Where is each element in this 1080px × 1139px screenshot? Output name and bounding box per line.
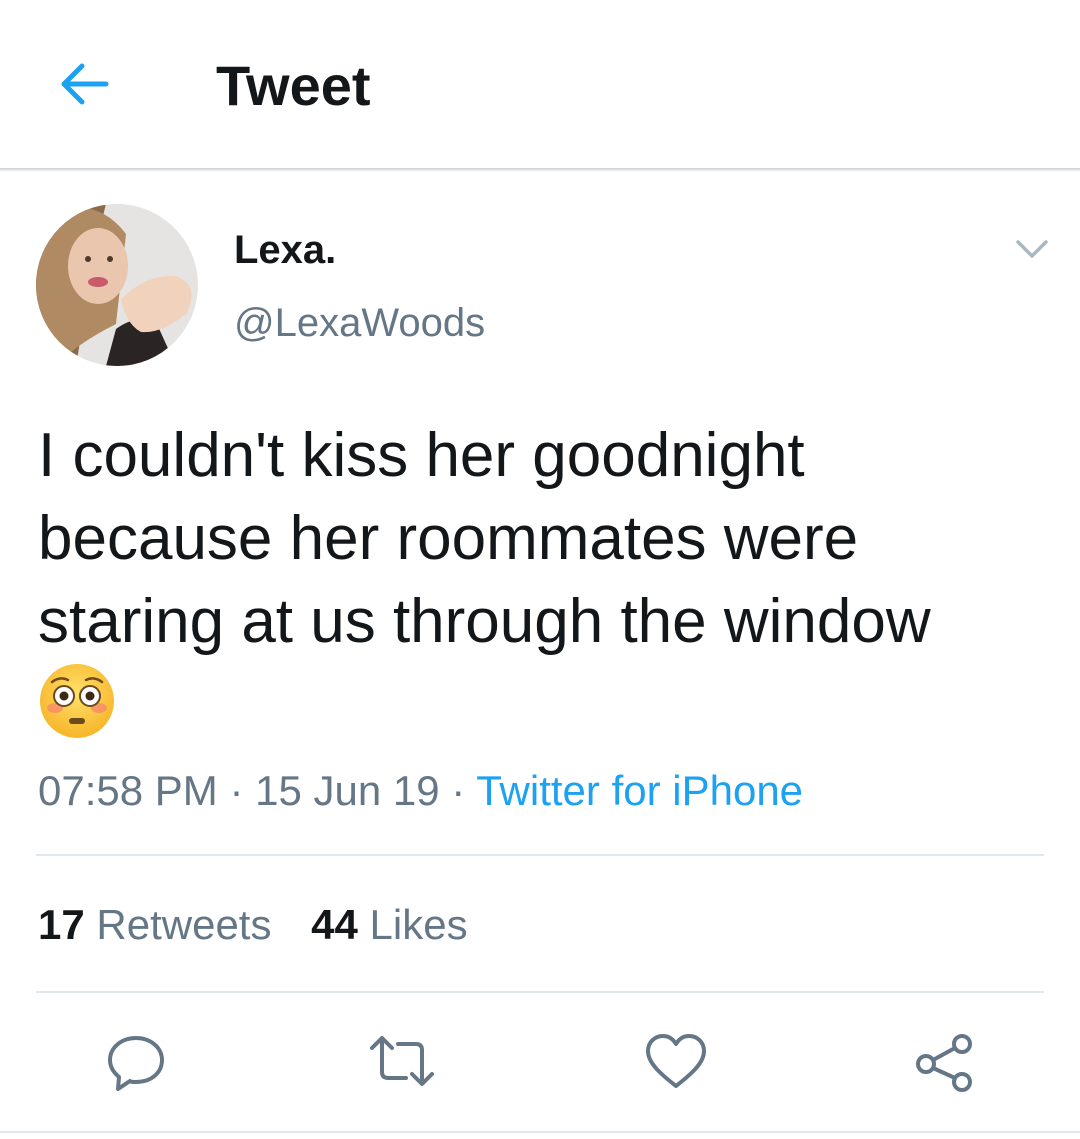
flushed-face-emoji (38, 662, 116, 740)
top-app-bar: Tweet (0, 0, 1080, 168)
more-options-button[interactable] (1012, 232, 1052, 266)
avatar[interactable] (36, 204, 198, 366)
tweet-text-line: I couldn't kiss her goodnight (38, 421, 805, 490)
chevron-down-icon (1016, 240, 1048, 258)
likes-label: Likes (369, 901, 468, 948)
divider (36, 854, 1044, 856)
share-icon (916, 1034, 972, 1092)
tweet-text: I couldn't kiss her goodnight because he… (38, 414, 1048, 663)
bottom-divider (0, 1131, 1080, 1133)
author-handle[interactable]: @LexaWoods (234, 299, 485, 347)
avatar-photo (36, 204, 198, 366)
tweet-source-link[interactable]: Twitter for iPhone (476, 767, 803, 814)
like-button[interactable] (644, 1030, 708, 1094)
tweet-time: 07:58 PM (38, 767, 218, 814)
page-title: Tweet (216, 54, 371, 117)
arrow-left-icon (61, 63, 109, 105)
author-name[interactable]: Lexa. (234, 226, 336, 274)
meta-separator: · (229, 767, 244, 814)
meta-separator: · (451, 767, 466, 814)
retweets-count: 17 (38, 901, 85, 948)
reply-icon (108, 1036, 164, 1091)
likes-stat[interactable]: 44 Likes (311, 901, 467, 948)
tweet-date: 15 Jun 19 (255, 767, 440, 814)
share-button[interactable] (912, 1030, 976, 1094)
header-divider (0, 168, 1080, 172)
retweet-button[interactable] (370, 1030, 434, 1094)
likes-count: 44 (311, 901, 358, 948)
divider (36, 991, 1044, 993)
reply-button[interactable] (104, 1030, 168, 1094)
tweet-text-line: staring at us through the window (38, 587, 931, 656)
retweets-label: Retweets (96, 901, 272, 948)
tweet-stats: 17 Retweets 44 Likes (38, 900, 468, 950)
tweet-text-line: because her roommates were (38, 504, 859, 573)
retweets-stat[interactable]: 17 Retweets (38, 901, 283, 948)
back-button[interactable] (58, 60, 110, 108)
tweet-metadata: 07:58 PM · 15 Jun 19 · Twitter for iPhon… (38, 766, 803, 816)
heart-icon (646, 1034, 706, 1088)
retweet-icon (370, 1036, 434, 1086)
